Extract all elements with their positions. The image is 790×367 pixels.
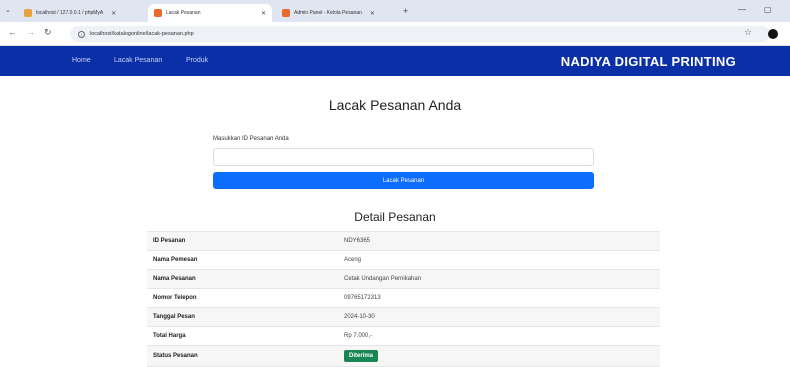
row-value: Rp 7.000,- xyxy=(344,333,373,339)
brand-logo-text[interactable]: NADIYA DIGITAL PRINTING xyxy=(561,54,736,69)
browser-tab-lacak-pesanan[interactable]: Lacak Pesanan ✕ xyxy=(148,4,272,22)
order-id-label: Masukkan ID Pesanan Anda xyxy=(213,136,289,142)
order-id-input[interactable] xyxy=(213,148,594,166)
site-info-icon[interactable]: i xyxy=(78,30,85,38)
nav-link-lacak-pesanan[interactable]: Lacak Pesanan xyxy=(114,57,162,64)
status-badge: Diterima xyxy=(344,350,379,362)
track-order-button[interactable]: Lacak Pesanan xyxy=(213,172,594,189)
maximize-icon[interactable]: ▢ xyxy=(764,5,772,14)
phpmyadmin-favicon-icon xyxy=(24,9,32,17)
row-label: Nama Pesanan xyxy=(153,276,196,282)
table-row: Nomor Telepon 09765172313 xyxy=(147,288,660,307)
table-row: Nama Pesanan Cetak Undangan Pernikahan xyxy=(147,269,660,288)
row-value: Aceng xyxy=(344,257,362,263)
back-icon[interactable]: ← xyxy=(8,27,17,37)
browser-tab-phpmyadmin[interactable]: localhost / 127.0.0.1 / phpMyA ✕ xyxy=(18,4,143,22)
order-detail-table: ID Pesanan NDY6365 Nama Pemesan Aceng Na… xyxy=(147,231,660,367)
close-tab-icon[interactable]: ✕ xyxy=(261,10,266,17)
site-favicon-icon xyxy=(154,9,162,17)
table-row: Nama Pemesan Aceng xyxy=(147,250,660,269)
row-label: Nomor Telepon xyxy=(153,295,197,301)
table-row: Tanggal Pesan 2024-10-30 xyxy=(147,307,660,326)
forward-icon[interactable]: → xyxy=(26,27,35,37)
tab-title: Admin Panel - Kelola Pesanan xyxy=(294,10,362,16)
browser-tab-admin-panel[interactable]: Admin Panel - Kelola Pesanan ✕ xyxy=(276,4,398,22)
row-label: Total Harga xyxy=(153,333,186,339)
close-tab-icon[interactable]: ✕ xyxy=(111,10,116,17)
row-value: 2024-10-30 xyxy=(344,314,375,320)
row-value: NDY6365 xyxy=(344,238,371,244)
tab-search-chevron-icon[interactable]: ⌄ xyxy=(5,6,11,14)
url-text: localhost/katalogonline/lacak-pesanan.ph… xyxy=(90,31,194,37)
site-favicon-icon xyxy=(282,9,290,17)
table-row: Total Harga Rp 7.000,- xyxy=(147,326,660,345)
close-tab-icon[interactable]: ✕ xyxy=(370,10,375,17)
tab-title: localhost / 127.0.0.1 / phpMyA xyxy=(36,10,104,16)
address-bar[interactable]: i localhost/katalogonline/lacak-pesanan.… xyxy=(70,26,770,42)
detail-section-title: Detail Pesanan xyxy=(354,210,436,224)
nav-link-produk[interactable]: Produk xyxy=(186,57,208,64)
tab-title: Lacak Pesanan xyxy=(166,10,201,16)
row-label: Nama Pemesan xyxy=(153,257,198,263)
page-title: Lacak Pesanan Anda xyxy=(328,97,462,113)
table-row: Status Pesanan Diterima xyxy=(147,345,660,367)
browser-tab-strip: ⌄ localhost / 127.0.0.1 / phpMyA ✕ Lacak… xyxy=(0,0,790,22)
row-label: Tanggal Pesan xyxy=(153,314,195,320)
profile-avatar-icon[interactable] xyxy=(768,29,778,39)
status-cell: Diterima xyxy=(344,350,379,362)
reload-icon[interactable]: ↻ xyxy=(44,27,52,38)
row-label: ID Pesanan xyxy=(153,238,186,244)
row-label: Status Pesanan xyxy=(153,353,198,359)
browser-toolbar: ← → ↻ i localhost/katalogonline/lacak-pe… xyxy=(0,22,790,46)
new-tab-icon[interactable]: + xyxy=(403,6,408,16)
site-navbar: Home Lacak Pesanan Produk NADIYA DIGITAL… xyxy=(0,46,790,76)
table-row: ID Pesanan NDY6365 xyxy=(147,231,660,250)
nav-link-home[interactable]: Home xyxy=(72,57,91,64)
bookmark-star-icon[interactable]: ☆ xyxy=(744,27,752,38)
row-value: 09765172313 xyxy=(344,295,381,301)
row-value: Cetak Undangan Pernikahan xyxy=(344,276,422,282)
minimize-icon[interactable]: — xyxy=(738,5,746,14)
